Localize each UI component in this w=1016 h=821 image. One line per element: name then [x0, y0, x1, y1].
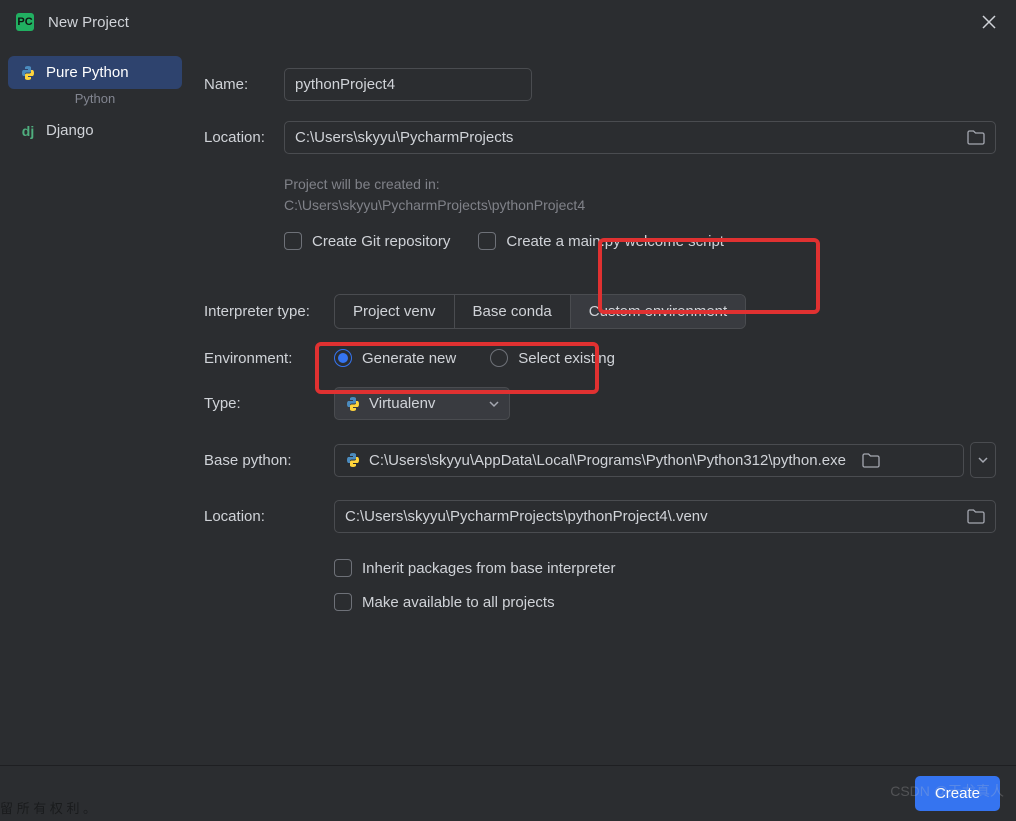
- check-git-repo[interactable]: Create Git repository: [284, 232, 450, 250]
- sidebar-sub-label: Python: [8, 91, 182, 106]
- seg-project-venv[interactable]: Project venv: [335, 295, 455, 328]
- base-python-dropdown[interactable]: C:\Users\skyyu\AppData\Local\Programs\Py…: [334, 444, 964, 477]
- venv-location-label: Location:: [204, 508, 334, 525]
- hint-line1: Project will be created in:: [284, 174, 996, 195]
- check-main-py[interactable]: Create a main.py welcome script: [478, 232, 724, 250]
- python-icon: [345, 396, 361, 412]
- radio-select-existing[interactable]: Select existing: [490, 349, 615, 367]
- check-available-all[interactable]: Make available to all projects: [334, 593, 996, 611]
- folder-icon[interactable]: [862, 453, 880, 468]
- window-title: New Project: [48, 14, 978, 31]
- radio-icon: [334, 349, 352, 367]
- hint-line2: C:\Users\skyyu\PycharmProjects\pythonPro…: [284, 195, 996, 216]
- type-label: Type:: [204, 395, 334, 412]
- radio-icon: [490, 349, 508, 367]
- name-label: Name:: [204, 76, 284, 93]
- main-panel: Name: Location: C:\Users\skyyu\PycharmPr…: [190, 44, 1016, 765]
- name-input[interactable]: [284, 68, 532, 101]
- location-value: C:\Users\skyyu\PycharmProjects: [295, 129, 513, 146]
- base-python-value: C:\Users\skyyu\AppData\Local\Programs\Py…: [369, 452, 846, 469]
- chevron-down-icon: [489, 399, 499, 409]
- radio-label: Generate new: [362, 350, 456, 367]
- close-button[interactable]: [978, 11, 1000, 33]
- django-icon: dj: [20, 123, 36, 139]
- checkbox-icon: [334, 593, 352, 611]
- python-icon: [20, 65, 36, 81]
- check-label: Inherit packages from base interpreter: [362, 560, 615, 577]
- folder-icon[interactable]: [967, 509, 985, 524]
- type-value: Virtualenv: [369, 395, 435, 412]
- check-label: Make available to all projects: [362, 594, 555, 611]
- venv-location-value: C:\Users\skyyu\PycharmProjects\pythonPro…: [345, 508, 708, 525]
- titlebar: PC New Project: [0, 0, 1016, 44]
- check-label: Create a main.py welcome script: [506, 233, 724, 250]
- location-input[interactable]: C:\Users\skyyu\PycharmProjects: [284, 121, 996, 154]
- creation-hint: Project will be created in: C:\Users\sky…: [284, 174, 996, 216]
- type-dropdown[interactable]: Virtualenv: [334, 387, 510, 420]
- radio-generate-new[interactable]: Generate new: [334, 349, 456, 367]
- sidebar-item-django[interactable]: dj Django: [8, 114, 182, 147]
- check-label: Create Git repository: [312, 233, 450, 250]
- dialog-footer: Create: [0, 765, 1016, 821]
- venv-location-input[interactable]: C:\Users\skyyu\PycharmProjects\pythonPro…: [334, 500, 996, 533]
- chevron-down-icon: [978, 455, 988, 465]
- close-icon: [982, 15, 996, 29]
- base-python-label: Base python:: [204, 452, 334, 469]
- location-label: Location:: [204, 129, 284, 146]
- checkbox-icon: [478, 232, 496, 250]
- checkbox-icon: [334, 559, 352, 577]
- python-icon: [345, 452, 361, 468]
- interp-type-label: Interpreter type:: [204, 303, 334, 320]
- sidebar-item-pure-python[interactable]: Pure Python: [8, 56, 182, 89]
- seg-base-conda[interactable]: Base conda: [455, 295, 571, 328]
- sidebar: Pure Python Python dj Django: [0, 44, 190, 765]
- pycharm-icon: PC: [16, 13, 34, 31]
- sidebar-item-label: Django: [46, 122, 94, 139]
- interp-type-segmented: Project venv Base conda Custom environme…: [334, 294, 746, 329]
- checkbox-icon: [284, 232, 302, 250]
- folder-icon[interactable]: [967, 130, 985, 145]
- radio-label: Select existing: [518, 350, 615, 367]
- check-inherit-packages[interactable]: Inherit packages from base interpreter: [334, 559, 996, 577]
- create-button[interactable]: Create: [915, 776, 1000, 811]
- base-python-more-button[interactable]: [970, 442, 996, 478]
- decorative-text: 留 所 有 权 利 。: [0, 798, 96, 817]
- seg-custom-env[interactable]: Custom environment: [571, 295, 745, 328]
- environment-label: Environment:: [204, 350, 334, 367]
- sidebar-item-label: Pure Python: [46, 64, 129, 81]
